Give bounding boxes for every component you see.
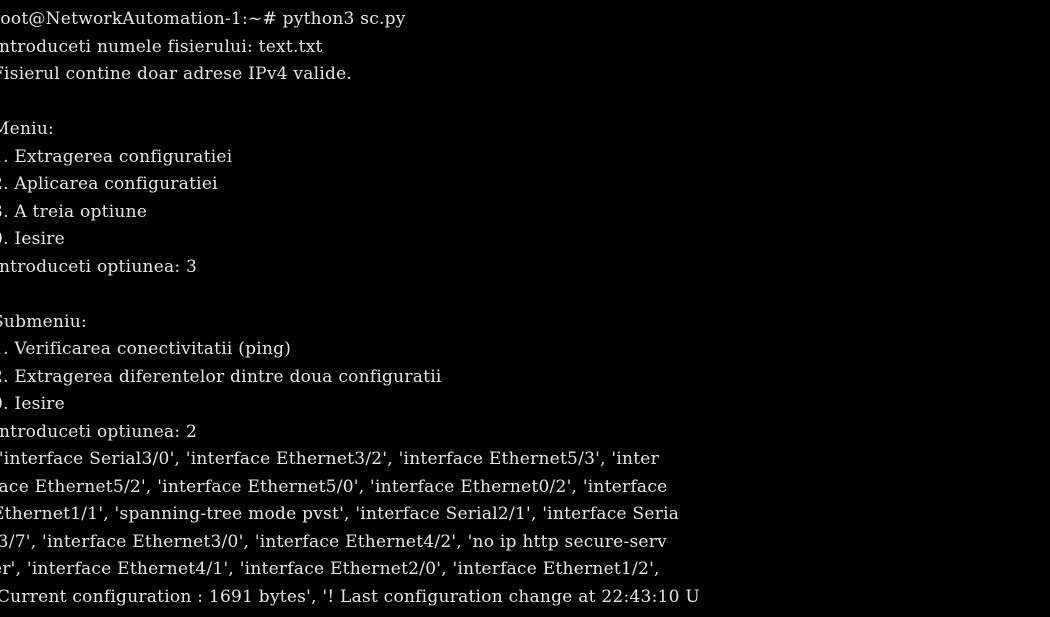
terminal-line-submenu-option-1: 1. Verificarea conectivitatii (ping) — [0, 339, 292, 359]
terminal-line-command: root@NetworkAutomation-1:~# python3 sc.p… — [0, 9, 406, 29]
terminal-window[interactable]: root@NetworkAutomation-1:~# python3 sc.p… — [0, 0, 1050, 617]
terminal-line-filename-prompt: Introduceti numele fisierului: text.txt — [0, 36, 323, 57]
terminal-line-submenu-option-2: 2. Extragerea diferentelor dintre doua c… — [0, 366, 442, 387]
terminal-line-submenu-input: Introduceti optiunea: 2 — [0, 421, 198, 442]
terminal-line-output: ['interface Serial3/0', 'interface Ether… — [0, 449, 659, 469]
terminal-line-submenu-option-0: 0. Iesire — [0, 394, 65, 414]
terminal-line-output: Ethernet1/1', 'spanning-tree mode pvst',… — [0, 504, 680, 524]
terminal-line-menu-title: Meniu: — [0, 119, 55, 139]
terminal-line-menu-option-1: 1. Extragerea configuratiei — [0, 146, 233, 167]
terminal-line-submenu-title: Submeniu: — [0, 311, 87, 332]
terminal-line-output: er', 'interface Ethernet4/1', 'interface… — [0, 559, 660, 579]
terminal-line-menu-option-3: 3. A treia optiune — [0, 201, 148, 222]
terminal-line-validation-message: Fisierul contine doar adrese IPv4 valide… — [0, 64, 353, 84]
terminal-line-output: l3/7', 'interface Ethernet3/0', 'interfa… — [0, 531, 667, 552]
terminal-output: root@NetworkAutomation-1:~# python3 sc.p… — [0, 6, 700, 611]
terminal-line-output: face Ethernet5/2', 'interface Ethernet5/… — [0, 476, 668, 497]
terminal-line-menu-option-2: 2. Aplicarea configuratiei — [0, 174, 218, 194]
terminal-line-output: 'Current configuration : 1691 bytes', '!… — [0, 586, 700, 607]
terminal-line-menu-option-0: 0. Iesire — [0, 229, 65, 249]
terminal-line-menu-input: Introduceti optiunea: 3 — [0, 256, 198, 277]
